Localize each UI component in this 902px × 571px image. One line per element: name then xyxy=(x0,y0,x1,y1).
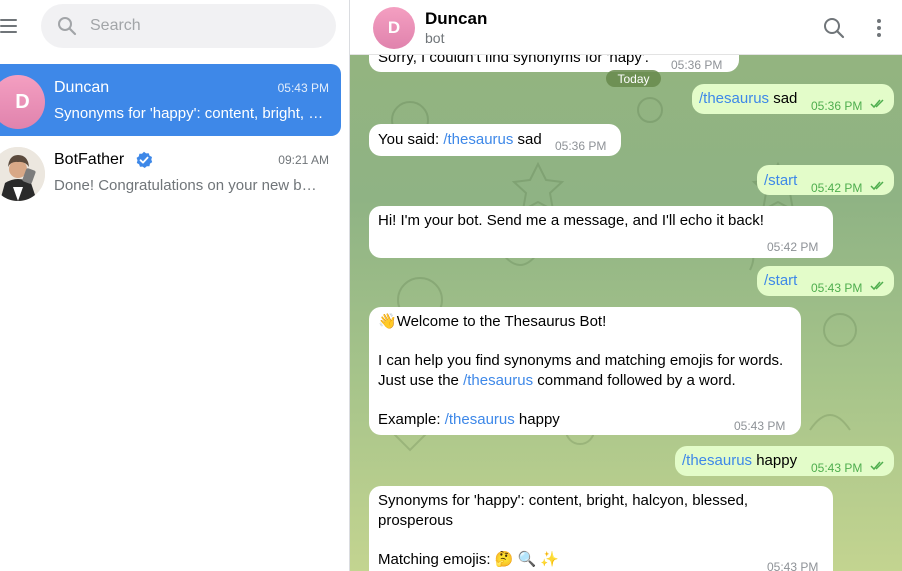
message-text: Example: /thesaurus happy xyxy=(378,411,560,428)
chat-name: BotFather xyxy=(54,151,125,168)
message-outgoing[interactable]: /thesaurus happy 05:43 PM xyxy=(675,446,894,476)
message-incoming[interactable]: 👋Welcome to the Thesaurus Bot! I can hel… xyxy=(369,307,801,435)
message-time: 05:36 PM xyxy=(811,99,863,113)
chat-title[interactable]: Duncan xyxy=(425,9,487,29)
message-outgoing[interactable]: /start 05:43 PM xyxy=(757,266,894,296)
message-text: You said: /thesaurus sad xyxy=(378,131,542,148)
verified-badge-icon xyxy=(136,151,153,168)
bot-command-link[interactable]: /thesaurus xyxy=(463,372,533,389)
message-text: /thesaurus happy xyxy=(682,452,798,469)
double-check-icon xyxy=(870,281,884,291)
avatar xyxy=(0,147,45,201)
chat-preview: Synonyms for 'happy': content, bright, h… xyxy=(54,105,329,122)
message-text: /start xyxy=(764,171,797,191)
message-time: 05:43 PM xyxy=(811,281,863,295)
bot-command-link[interactable]: /start xyxy=(764,272,797,289)
double-check-icon xyxy=(870,181,884,191)
date-separator: Today xyxy=(606,70,661,87)
message-text: /thesaurus sad xyxy=(699,90,798,107)
double-check-icon xyxy=(870,461,884,471)
message-time: 05:36 PM xyxy=(671,58,723,72)
message-outgoing[interactable]: /thesaurus sad 05:36 PM xyxy=(692,84,894,114)
chat-name: Duncan xyxy=(54,79,110,96)
chat-time: 09:21 AM xyxy=(278,153,329,167)
message-time: 05:36 PM xyxy=(555,139,607,153)
message-text: prosperous xyxy=(378,512,454,529)
bot-command-link[interactable]: /thesaurus xyxy=(682,452,752,469)
bot-command-link[interactable]: /thesaurus xyxy=(699,90,769,107)
message-time: 05:43 PM xyxy=(734,419,786,433)
avatar[interactable]: D xyxy=(373,7,415,49)
chat-time: 05:43 PM xyxy=(277,81,329,95)
message-text: Matching emojis: 🤔 🔍 ✨ xyxy=(378,551,560,568)
message-text: 👋Welcome to the Thesaurus Bot! xyxy=(378,313,607,330)
message-text: Hi! I'm your bot. Send me a message, and… xyxy=(378,212,764,229)
chat-header: D Duncan bot xyxy=(350,0,902,55)
search-input[interactable] xyxy=(90,4,320,48)
chat-item-duncan[interactable]: D Duncan 05:43 PM Synonyms for 'happy': … xyxy=(0,64,341,136)
message-incoming[interactable]: Hi! I'm your bot. Send me a message, and… xyxy=(369,206,833,258)
chat-preview: Done! Congratulations on your new bot. Y… xyxy=(54,177,320,194)
chat-item-botfather[interactable]: BotFather 09:21 AM Done! Congratulations… xyxy=(0,136,341,208)
chat-status: bot xyxy=(425,30,445,46)
message-text: /start xyxy=(764,271,797,291)
avatar: D xyxy=(0,75,45,129)
message-time: 05:42 PM xyxy=(811,181,863,195)
search-box[interactable] xyxy=(41,4,336,48)
message-text: I can help you find synonyms and matchin… xyxy=(378,352,784,369)
wave-emoji: 👋 xyxy=(378,313,397,330)
menu-icon[interactable] xyxy=(0,17,18,35)
chat-list-sidebar: D Duncan 05:43 PM Synonyms for 'happy': … xyxy=(0,0,349,571)
search-icon xyxy=(58,17,77,36)
message-time: 05:42 PM xyxy=(767,240,819,254)
chat-pane: D Duncan bot Sorry, I couldn't find syno… xyxy=(350,0,902,571)
bot-command-link[interactable]: /thesaurus xyxy=(445,411,515,428)
message-text: Just use the /thesaurus command followed… xyxy=(378,372,736,389)
message-incoming[interactable]: Synonyms for 'happy': content, bright, h… xyxy=(369,486,833,571)
message-text: Synonyms for 'happy': content, bright, h… xyxy=(378,492,749,509)
search-icon[interactable] xyxy=(823,17,845,39)
double-check-icon xyxy=(870,99,884,109)
message-time: 05:43 PM xyxy=(767,560,819,571)
bot-command-link[interactable]: /start xyxy=(764,172,797,189)
bot-command-link[interactable]: /thesaurus xyxy=(443,131,513,148)
message-incoming[interactable]: You said: /thesaurus sad 05:36 PM xyxy=(369,124,621,156)
message-outgoing[interactable]: /start 05:42 PM xyxy=(757,165,894,195)
message-time: 05:43 PM xyxy=(811,461,863,475)
more-vertical-icon[interactable] xyxy=(868,17,890,39)
